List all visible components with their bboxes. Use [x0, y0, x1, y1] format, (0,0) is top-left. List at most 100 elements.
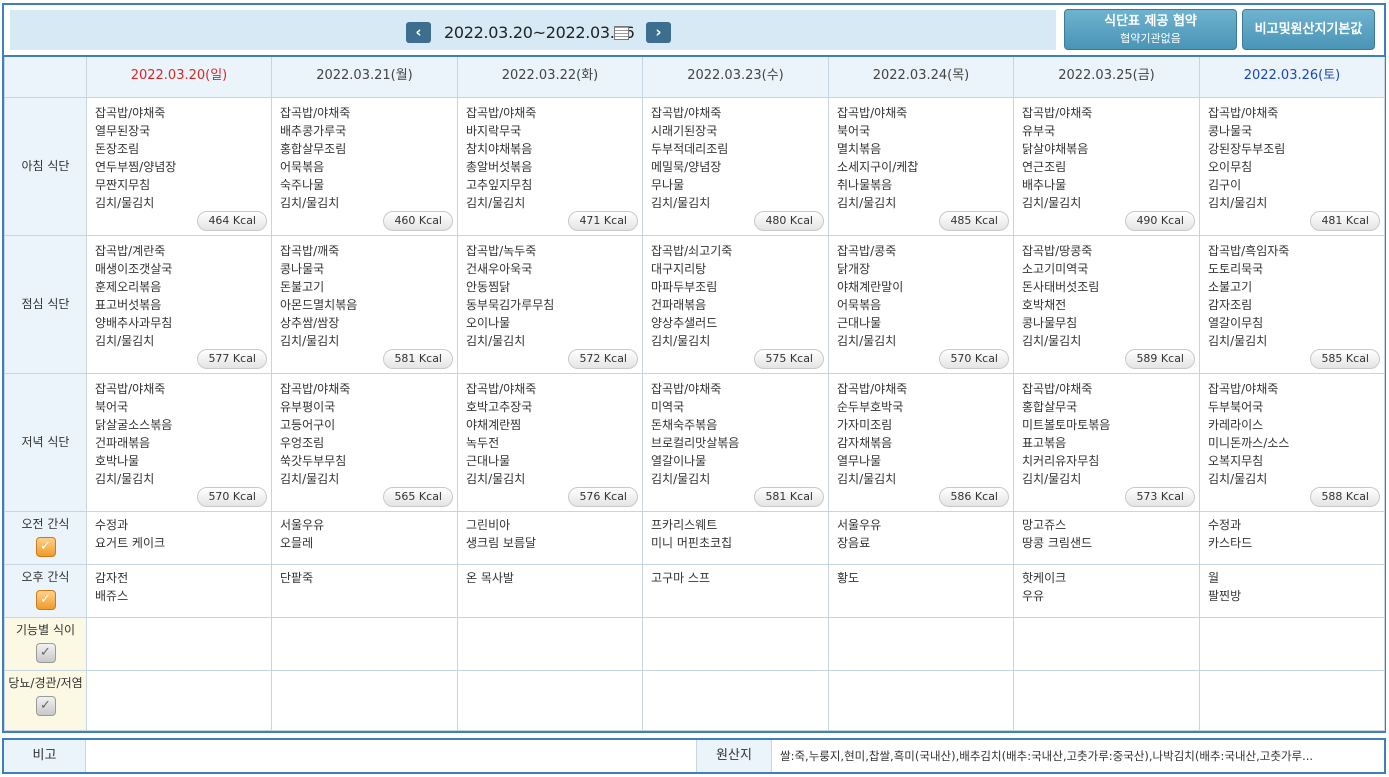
checkbox-icon[interactable]: ✓ [35, 642, 56, 663]
menu-item: 김치/물김치 [651, 195, 711, 210]
meal-cell[interactable]: 잡곡밥/야채죽 미역국 돈채숙주볶음 브로컬리맛살볶음 열갈이나물 김치/물김치 581 K… [642, 372, 829, 512]
menu-contract-button[interactable]: 식단표 제공 협약 협약기관없음 [1064, 9, 1237, 50]
menu-item: 닭살굴소스볶음 [95, 417, 173, 432]
meal-cell[interactable]: 잡곡밥/야채죽 호박고추장국 야채계란찜 녹두전 근대나물 김치/물김치 576 Kcal [457, 372, 643, 512]
menu-item: 잡곡밥/야채죽 [280, 381, 351, 396]
snack-box [829, 671, 1013, 675]
snack-cell[interactable] [86, 616, 272, 671]
meal-cell[interactable]: 잡곡밥/깨죽 콩나물국 돈불고기 아몬드멸치볶음 상추쌈/쌈장 김치/물김치 581 Kca… [271, 234, 458, 374]
snack-box: 핫케이크 우유 [1014, 565, 1199, 605]
menu-item: 강된장두부조림 [1208, 141, 1286, 156]
menu-item: 쑥갓두부무침 [280, 453, 347, 468]
menu-item: 김치/물김치 [1208, 471, 1268, 486]
menu-item: 김치/물김치 [1022, 471, 1082, 486]
snack-cell[interactable] [1199, 616, 1385, 671]
menu-table: 2022.03.20(일) 2022.03.21(월) 2022.03.22(화) 2… [4, 55, 1385, 731]
snack-cell[interactable] [457, 669, 643, 731]
meal-cell[interactable]: 잡곡밥/야채죽 순두부호박국 가자미조림 감자채볶음 열무나물 김치/물김치 586 Kca… [828, 372, 1014, 512]
calorie-badge: 581 Kcal [383, 348, 453, 369]
meal-box: 잡곡밥/야채죽 북어국 닭살굴소스볶음 건파래볶음 호박나물 김치/물김치 570 Kcal [87, 374, 271, 511]
snack-cell[interactable]: 단팥죽 [271, 563, 458, 618]
calendar-icon[interactable] [614, 26, 629, 40]
menu-item: 가자미조림 [837, 417, 893, 432]
snack-box [1200, 618, 1384, 622]
snack-item: 고구마 스프 [651, 570, 711, 585]
checkbox-icon[interactable]: ✓ [35, 589, 56, 610]
menu-item: 잡곡밥/콩죽 [837, 243, 897, 258]
snack-cell[interactable]: 수정과 요거트 케이크 [86, 510, 272, 565]
snack-cell[interactable] [86, 669, 272, 731]
meal-cell[interactable]: 잡곡밥/야채죽 열무된장국 돈장조림 연두부찜/양념장 무짠지무침 김치/물김치 464 K… [86, 96, 272, 236]
snack-cell[interactable] [1013, 669, 1200, 731]
meal-cell[interactable]: 잡곡밥/녹두죽 건새우아욱국 안동찜닭 동부묵김가루무침 오이나물 김치/물김치 572 K… [457, 234, 643, 374]
snack-cell[interactable]: 그린비아 생크림 보름달 [457, 510, 643, 565]
menu-item: 도토리묵국 [1208, 261, 1264, 276]
meal-cell[interactable]: 잡곡밥/계란죽 매생이조갯살국 훈제오리볶음 표고버섯볶음 양배추사과무침 김치/물김치 5… [86, 234, 272, 374]
snack-cell[interactable]: 서울우유 오믈레 [271, 510, 458, 565]
menu-item: 김치/물김치 [280, 333, 340, 348]
meal-cell[interactable]: 잡곡밥/야채죽 바지락무국 참치야채볶음 총알버섯볶음 고추잎지무침 김치/물김치 471 … [457, 96, 643, 236]
snack-cell[interactable] [457, 616, 643, 671]
snack-cell[interactable] [271, 616, 458, 671]
origin-field[interactable]: 쌀:죽,누룽지,현미,찹쌀,흑미(국내산),배추김치(배추:국내산,고춧가루:중… [780, 740, 1384, 772]
snack-cell[interactable]: 망고쥬스 땅콩 크림샌드 [1013, 510, 1200, 565]
snack-cell[interactable] [642, 669, 829, 731]
snack-cell[interactable]: 프카리스웨트 미니 머핀초코칩 [642, 510, 829, 565]
checkbox-icon[interactable]: ✓ [35, 695, 56, 716]
meal-cell[interactable]: 잡곡밥/땅콩죽 소고기미역국 돈사태버섯조림 호박채전 콩나물무침 김치/물김치 589 K… [1013, 234, 1200, 374]
snack-cell[interactable]: 핫케이크 우유 [1013, 563, 1200, 618]
toolbar: ‹ 2022.03.20~2022.03.26 › 식단표 제공 협약 협약기관… [4, 5, 1384, 55]
prev-week-button[interactable]: ‹ [406, 22, 431, 43]
meal-cell[interactable]: 잡곡밥/야채죽 시래기된장국 두부적데리조림 메밀묵/양념장 무나물 김치/물김치 480 … [642, 96, 829, 236]
meal-cell[interactable]: 잡곡밥/야채죽 두부북어국 카레라이스 미니돈까스/소스 오복지무침 김치/물김치 588 … [1199, 372, 1385, 512]
snack-label: 오전 간식 ✓ [4, 510, 87, 565]
menu-item: 김치/물김치 [837, 333, 897, 348]
snack-cell[interactable] [828, 669, 1014, 731]
meal-cell[interactable]: 잡곡밥/야채죽 콩나물국 강된장두부조림 오이무침 김구이 김치/물김치 481 Kcal [1199, 96, 1385, 236]
remark-field[interactable] [86, 740, 696, 772]
snack-item: 장음료 [837, 535, 871, 550]
menu-item: 콩나물국 [280, 261, 325, 276]
snack-box: 수정과 요거트 케이크 [87, 512, 271, 552]
next-week-button[interactable]: › [646, 22, 671, 43]
meal-cell[interactable]: 잡곡밥/야채죽 북어국 멸치볶음 소세지구이/케찹 취나물볶음 김치/물김치 485 Kca… [828, 96, 1014, 236]
meal-cell[interactable]: 잡곡밥/야채죽 유부국 닭살야채볶음 연근조림 배추나물 김치/물김치 490 Kcal [1013, 96, 1200, 236]
menu-item: 북어국 [837, 123, 871, 138]
snack-cell[interactable] [1013, 616, 1200, 671]
snack-cell[interactable]: 고구마 스프 [642, 563, 829, 618]
menu-item: 미니돈까스/소스 [1208, 435, 1290, 450]
menu-contract-title: 식단표 제공 협약 [1104, 14, 1197, 29]
meal-cell[interactable]: 잡곡밥/콩죽 닭개장 야채계란말이 어묵볶음 근대나물 김치/물김치 570 Kcal [828, 234, 1014, 374]
menu-item: 잡곡밥/야채죽 [280, 105, 351, 120]
meal-cell[interactable]: 잡곡밥/쇠고기죽 대구지리탕 마파두부조림 건파래볶음 양상추샐러드 김치/물김치 575 … [642, 234, 829, 374]
snack-cell[interactable]: 수정과 카스타드 [1199, 510, 1385, 565]
meal-cell[interactable]: 잡곡밥/야채죽 배추콩가루국 홍합살무조림 어묵볶음 숙주나물 김치/물김치 460 Kca… [271, 96, 458, 236]
meal-box: 잡곡밥/콩죽 닭개장 야채계란말이 어묵볶음 근대나물 김치/물김치 570 Kcal [829, 236, 1013, 373]
snack-box: 망고쥬스 땅콩 크림샌드 [1014, 512, 1199, 552]
snack-row: 당뇨/경관/저염 ✓ [4, 669, 1385, 731]
snack-box: 온 목사발 [458, 565, 642, 587]
menu-item: 배추콩가루국 [280, 123, 347, 138]
meal-cell[interactable]: 잡곡밥/야채죽 유부평이국 고등어구이 우엉조림 쑥갓두부무침 김치/물김치 565 Kca… [271, 372, 458, 512]
snack-cell[interactable] [1199, 669, 1385, 731]
menu-item: 잡곡밥/땅콩죽 [1022, 243, 1093, 258]
snack-cell[interactable] [642, 616, 829, 671]
snack-cell[interactable] [828, 616, 1014, 671]
meal-box: 잡곡밥/야채죽 유부평이국 고등어구이 우엉조림 쑥갓두부무침 김치/물김치 565 Kca… [272, 374, 457, 511]
snack-cell[interactable]: 월 팔찐방 [1199, 563, 1385, 618]
menu-item: 호박채전 [1022, 297, 1067, 312]
snack-cell[interactable]: 온 목사발 [457, 563, 643, 618]
snack-label-text: 기능별 식이 [15, 622, 75, 637]
menu-planner: ‹ 2022.03.20~2022.03.26 › 식단표 제공 협약 협약기관… [2, 3, 1386, 733]
snack-cell[interactable]: 황도 [828, 563, 1014, 618]
snack-cell[interactable]: 서울우유 장음료 [828, 510, 1014, 565]
meal-cell[interactable]: 잡곡밥/야채죽 홍합살무국 미트볼토마토볶음 표고볶음 치커리유자무침 김치/물김치 573… [1013, 372, 1200, 512]
checkbox-icon[interactable]: ✓ [35, 536, 56, 557]
snack-item: 월 [1208, 570, 1220, 585]
snack-cell[interactable]: 감자전 배쥬스 [86, 563, 272, 618]
menu-item: 건파래볶음 [95, 435, 151, 450]
meal-cell[interactable]: 잡곡밥/야채죽 북어국 닭살굴소스볶음 건파래볶음 호박나물 김치/물김치 570 Kcal [86, 372, 272, 512]
meal-cell[interactable]: 잡곡밥/흑임자죽 도토리묵국 소불고기 감자조림 열갈이무침 김치/물김치 585 Kcal [1199, 234, 1385, 374]
remark-origin-defaults-button[interactable]: 비고및원산지기본값 [1242, 9, 1375, 50]
snack-cell[interactable] [271, 669, 458, 731]
